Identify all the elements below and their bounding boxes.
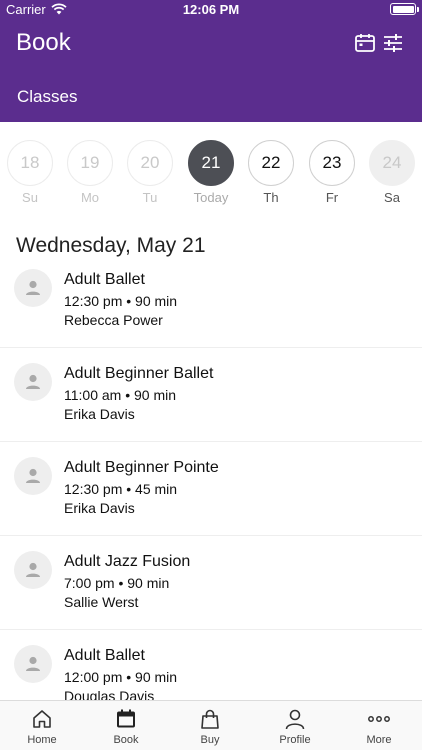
tab-more[interactable]: More: [337, 701, 421, 750]
calendar-icon: [117, 709, 135, 728]
tab-label: Profile: [279, 734, 311, 746]
person-placeholder-icon: [26, 374, 40, 389]
tab-profile[interactable]: Profile: [253, 701, 337, 750]
avatar: [14, 363, 52, 401]
day-label: Today: [193, 190, 229, 205]
day-number: 19: [67, 140, 113, 186]
more-dots-icon: [368, 716, 390, 722]
class-time: 12:30 pm • 45 min: [64, 481, 178, 497]
battery-icon: [390, 3, 416, 15]
class-time: 12:30 pm • 90 min: [64, 293, 178, 309]
day-fr[interactable]: 23 Fr: [302, 140, 362, 205]
day-mo[interactable]: 19 Mo: [60, 140, 120, 205]
class-name: Adult Beginner Pointe: [64, 459, 219, 476]
class-teacher: Erika Davis: [64, 500, 135, 516]
tab-book[interactable]: Book: [84, 701, 168, 750]
class-row[interactable]: Adult Beginner Ballet 11:00 am • 90 min …: [0, 348, 422, 442]
day-label: Mo: [80, 190, 100, 205]
status-bar: Carrier 12:06 PM: [0, 0, 422, 20]
avatar: [14, 645, 52, 683]
class-row[interactable]: Adult Jazz Fusion 7:00 pm • 90 min Salli…: [0, 536, 422, 630]
page-title: Book: [16, 29, 71, 56]
tab-label: Home: [27, 734, 57, 746]
day-su[interactable]: 18 Su: [0, 140, 60, 205]
calendar-icon[interactable]: [354, 32, 376, 54]
person-placeholder-icon: [26, 280, 40, 295]
class-time: 12:00 pm • 90 min: [64, 669, 178, 685]
tab-label: Buy: [200, 734, 220, 746]
battery-tip: [417, 7, 419, 12]
class-teacher: Erika Davis: [64, 406, 135, 422]
class-row[interactable]: Adult Beginner Pointe 12:30 pm • 45 min …: [0, 442, 422, 536]
day-label: Sa: [384, 190, 400, 205]
person-placeholder-icon: [26, 562, 40, 577]
class-list: Adult Ballet 12:30 pm • 90 min Rebecca P…: [0, 254, 422, 724]
class-row[interactable]: Adult Ballet 12:30 pm • 90 min Rebecca P…: [0, 254, 422, 348]
class-time: 7:00 pm • 90 min: [64, 575, 170, 591]
person-placeholder-icon: [26, 468, 40, 483]
person-icon: [285, 709, 305, 730]
avatar: [14, 551, 52, 589]
day-number: 20: [127, 140, 173, 186]
day-label: Fr: [325, 190, 339, 205]
shopping-bag-icon: [201, 709, 219, 729]
tab-label: Book: [113, 734, 139, 746]
day-today[interactable]: 21 Today: [181, 140, 241, 205]
day-number: 21: [188, 140, 234, 186]
day-number: 18: [7, 140, 53, 186]
filter-sliders-icon[interactable]: [382, 32, 404, 54]
header: Carrier 12:06 PM Book Classes: [0, 0, 422, 122]
week-day-picker: 18 Su 19 Mo 20 Tu 21 Today 22 Th 23 Fr 2…: [0, 140, 422, 210]
class-teacher: Rebecca Power: [64, 312, 163, 328]
class-name: Adult Jazz Fusion: [64, 553, 191, 570]
person-placeholder-icon: [26, 656, 40, 671]
day-label: Su: [22, 190, 38, 205]
tab-home[interactable]: Home: [0, 701, 84, 750]
class-time: 11:00 am • 90 min: [64, 387, 177, 403]
home-icon: [33, 710, 51, 728]
section-subtitle: Classes: [17, 87, 78, 106]
day-number: 22: [248, 140, 294, 186]
class-name: Adult Beginner Ballet: [64, 365, 214, 382]
tab-buy[interactable]: Buy: [168, 701, 252, 750]
day-sa[interactable]: 24 Sa: [362, 140, 422, 205]
avatar: [14, 269, 52, 307]
day-number: 23: [309, 140, 355, 186]
tab-label: More: [366, 734, 392, 746]
day-label: Th: [263, 190, 279, 205]
class-teacher: Sallie Werst: [64, 594, 139, 610]
app-screen: Carrier 12:06 PM Book Classes 18 Su 19 M…: [0, 0, 422, 750]
day-tu[interactable]: 20 Tu: [120, 140, 180, 205]
day-th[interactable]: 22 Th: [241, 140, 301, 205]
avatar: [14, 457, 52, 495]
tab-bar: Home Book Buy Profile More: [0, 700, 422, 750]
day-number: 24: [369, 140, 415, 186]
status-time: 12:06 PM: [182, 2, 240, 17]
class-name: Adult Ballet: [64, 647, 145, 664]
day-label: Tu: [142, 190, 158, 205]
class-name: Adult Ballet: [64, 271, 145, 288]
